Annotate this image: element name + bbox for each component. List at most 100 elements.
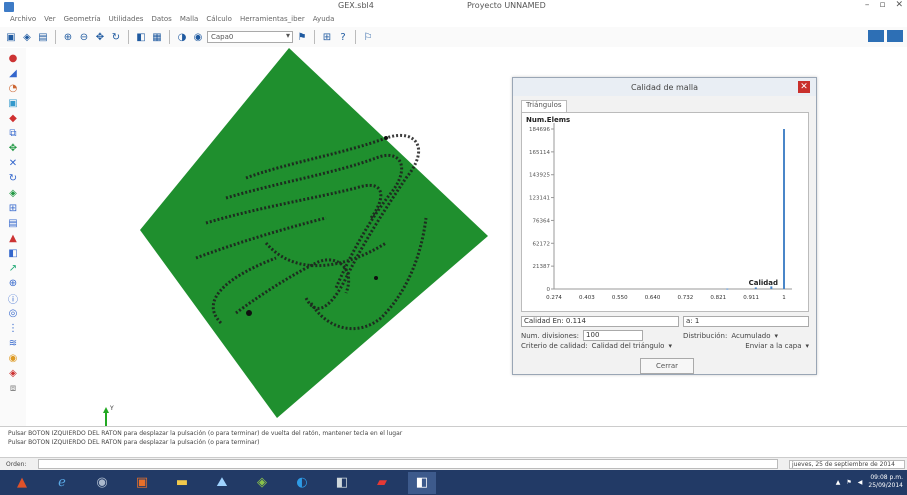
reset-tool-icon[interactable]: ◈ (4, 367, 22, 379)
open-icon[interactable]: ▣ (4, 30, 18, 44)
mesh-surface (140, 48, 488, 418)
distribution-select[interactable]: Acumulado (731, 332, 770, 340)
iber-logo-icon[interactable] (868, 30, 884, 42)
viewer-icon[interactable]: ◧ (328, 472, 356, 494)
grid-icon[interactable]: ⊞ (320, 30, 334, 44)
taskbar-clock[interactable]: 09:08 p.m. 25/09/2014 (868, 474, 903, 490)
material-tool-icon[interactable]: ▤ (4, 217, 22, 229)
visibility-icon[interactable]: ◉ (191, 30, 205, 44)
command-bar: Orden: jueves, 25 de septiembre de 2014 (0, 457, 907, 470)
layer-select[interactable]: Capa0 (207, 31, 293, 43)
paint-tool-icon[interactable]: ◉ (4, 352, 22, 364)
render-icon[interactable]: ◧ (134, 30, 148, 44)
mesh-marker (374, 276, 378, 280)
distribution-label: Distribución: (683, 331, 728, 340)
print-icon[interactable]: ▤ (36, 30, 50, 44)
office-icon[interactable]: ▣ (128, 472, 156, 494)
x-tick-label: 0.732 (678, 295, 694, 301)
command-input[interactable] (38, 459, 778, 469)
media-icon[interactable]: ◉ (88, 472, 116, 494)
divisions-row: Num. divisiones: 100 Distribución: Acumu… (521, 330, 778, 341)
delete-tool-icon[interactable]: ✕ (4, 157, 22, 169)
menu-item-ayuda[interactable]: Ayuda (313, 15, 335, 27)
quality-min-field[interactable]: Calidad En: 0.114 (521, 316, 679, 327)
gid-app-icon[interactable]: ◧ (408, 471, 436, 494)
dialog-close-button[interactable]: ✕ (798, 81, 810, 93)
maximize-button[interactable]: ▫ (879, 0, 885, 10)
zoom-in-icon[interactable]: ⊕ (61, 30, 75, 44)
rotate-icon[interactable]: ↻ (109, 30, 123, 44)
condition-tool-icon[interactable]: ⊞ (4, 202, 22, 214)
chevron-down-icon[interactable]: ▾ (775, 332, 779, 340)
maps-icon[interactable]: ◈ (248, 472, 276, 494)
arc-tool-icon[interactable]: ◔ (4, 82, 22, 94)
network-icon[interactable]: ▲ (836, 479, 841, 486)
flag-icon[interactable]: ⚑ (846, 479, 851, 486)
menu-item-calculo[interactable]: Cálculo (206, 15, 232, 27)
histogram-chart: 184696 165114 143925 123141 76364 62172 21387 0… (529, 123, 792, 301)
mesh-marker (246, 310, 252, 316)
volume-tool-icon[interactable]: ◆ (4, 112, 22, 124)
flag-icon[interactable]: ⚐ (361, 30, 375, 44)
folder-icon[interactable]: ▬ (168, 472, 196, 494)
toolbar-divider (314, 30, 315, 44)
volume-icon[interactable]: ◀ (858, 479, 863, 486)
zoom-tool-icon[interactable]: ⊕ (4, 277, 22, 289)
info-tool-icon[interactable]: ⓘ (4, 292, 22, 306)
layers-icon[interactable]: ▦ (150, 30, 164, 44)
help-icon[interactable]: ? (336, 30, 350, 44)
contour-tool-icon[interactable]: ≋ (4, 337, 22, 349)
browser-icon[interactable]: ℯ (48, 472, 76, 494)
menu-item-herramientas[interactable]: Herramientas_iber (240, 15, 305, 27)
criterion-select[interactable]: Calidad del triángulo (592, 342, 665, 350)
app-launcher-icon[interactable]: ▲ (8, 472, 36, 494)
layer-settings-icon[interactable]: ⚑ (295, 30, 309, 44)
menu-item-ver[interactable]: Ver (44, 15, 55, 27)
menu-item-malla[interactable]: Malla (180, 15, 199, 27)
store-icon[interactable]: ◐ (288, 472, 316, 494)
menu-item-utilidades[interactable]: Utilidades (109, 15, 144, 27)
line-tool-icon[interactable]: ◢ (4, 67, 22, 79)
tab-triangulos[interactable]: Triángulos (521, 100, 567, 112)
results-tool-icon[interactable]: ◧ (4, 247, 22, 259)
y-tick-label: 143925 (529, 173, 550, 179)
clock-date: 25/09/2014 (868, 482, 903, 489)
zoom-out-icon[interactable]: ⊖ (77, 30, 91, 44)
point-tool-icon[interactable]: ● (4, 52, 22, 64)
rotate-tool-icon[interactable]: ↻ (4, 172, 22, 184)
minimize-button[interactable]: – (865, 0, 870, 10)
chevron-down-icon[interactable]: ▾ (805, 342, 809, 350)
y-tick-label: 0 (547, 287, 551, 293)
view-tool-icon[interactable]: ◎ (4, 307, 22, 319)
windows-taskbar: ▲ ℯ ◉ ▣ ▬ ⛰ ◈ ◐ ◧ ▰ ◧ ▲ ⚑ ◀ 09:08 p.m. 2… (0, 470, 907, 495)
pan-icon[interactable]: ✥ (93, 30, 107, 44)
mesh-tool-icon[interactable]: ◈ (4, 187, 22, 199)
command-label: Orden: (6, 461, 27, 468)
project-title: Proyecto UNNAMED (467, 1, 546, 10)
label-tool-icon[interactable]: ⋮ (4, 322, 22, 334)
dialog-title: Calidad de malla (513, 78, 816, 96)
move-tool-icon[interactable]: ✥ (4, 142, 22, 154)
toolbar-divider (169, 30, 170, 44)
close-window-button[interactable]: ✕ (895, 0, 903, 10)
menu-item-geometria[interactable]: Geometría (64, 15, 101, 27)
copy-tool-icon[interactable]: ⧉ (4, 127, 22, 139)
app-icon[interactable]: ⛰ (208, 472, 236, 494)
pdf-icon[interactable]: ▰ (368, 472, 396, 494)
run-tool-icon[interactable]: ▲ (4, 232, 22, 244)
save-icon[interactable]: ◈ (20, 30, 34, 44)
quality-max-field[interactable]: a: 1 (683, 316, 809, 327)
close-dialog-button[interactable]: Cerrar (640, 358, 694, 374)
measure-tool-icon[interactable]: ↗ (4, 262, 22, 274)
select-tool-icon[interactable]: ⧈ (4, 382, 22, 394)
num-divisions-field[interactable]: 100 (583, 330, 644, 341)
menu-item-datos[interactable]: Datos (151, 15, 171, 27)
status-date: jueves, 25 de septiembre de 2014 (789, 460, 905, 469)
x-tick-label: 0.911 (743, 295, 759, 301)
iber-menu-icon[interactable] (887, 30, 903, 42)
view-icon[interactable]: ◑ (175, 30, 189, 44)
chevron-down-icon[interactable]: ▾ (668, 342, 672, 350)
send-to-layer-button[interactable]: Enviar a la capa (745, 342, 801, 350)
surface-tool-icon[interactable]: ▣ (4, 97, 22, 109)
menu-item-archivo[interactable]: Archivo (10, 15, 36, 27)
